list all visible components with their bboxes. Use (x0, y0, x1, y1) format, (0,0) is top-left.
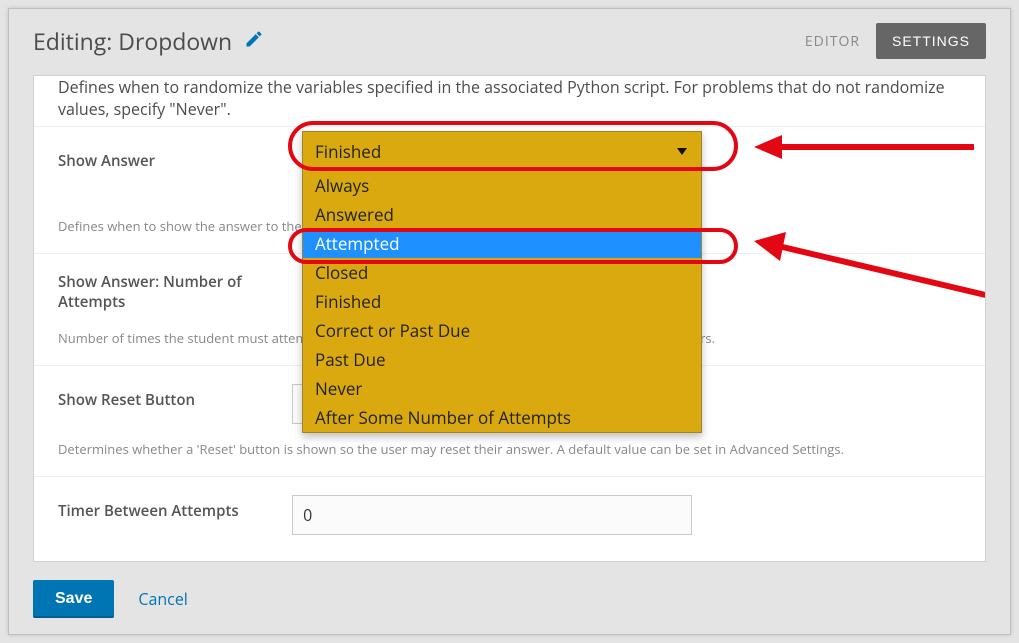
show-answer-option[interactable]: Past Due (303, 345, 701, 374)
timer-label: Timer Between Attempts (58, 495, 288, 521)
show-answer-selected[interactable]: Finished (303, 132, 701, 171)
save-button[interactable]: Save (33, 580, 114, 618)
show-answer-option[interactable]: Finished (303, 287, 701, 316)
chevron-down-icon (677, 148, 687, 155)
show-reset-label: Show Reset Button (58, 384, 288, 410)
show-answer-label: Show Answer (58, 145, 288, 171)
modal-footer: Save Cancel (33, 580, 188, 618)
show-answer-option[interactable]: Correct or Past Due (303, 316, 701, 345)
show-answer-row: Show Answer Finished AlwaysAnsweredAttem… (34, 127, 985, 254)
timer-row: Timer Between Attempts (34, 477, 985, 553)
show-answer-option[interactable]: Attempted (303, 229, 701, 258)
randomize-help: Defines when to randomize the variables … (58, 76, 961, 120)
tab-editor[interactable]: EDITOR (789, 32, 876, 51)
settings-modal: Editing: Dropdown EDITOR SETTINGS Define… (8, 8, 1011, 635)
tab-settings[interactable]: SETTINGS (876, 23, 986, 59)
edit-title-icon[interactable] (244, 29, 264, 54)
randomize-row-partial: Defines when to randomize the variables … (34, 76, 985, 127)
show-reset-help: Determines whether a 'Reset' button is s… (58, 440, 961, 458)
show-answer-option[interactable]: After Some Number of Attempts (303, 403, 701, 432)
page-title: Editing: Dropdown (33, 25, 232, 57)
timer-input[interactable] (292, 495, 692, 535)
show-answer-dropdown-open[interactable]: Finished AlwaysAnsweredAttemptedClosedFi… (302, 131, 702, 433)
show-answer-option[interactable]: Answered (303, 200, 701, 229)
show-answer-selected-text: Finished (315, 140, 381, 163)
modal-header: Editing: Dropdown EDITOR SETTINGS (9, 9, 1010, 73)
annotation-arrow-top (744, 127, 984, 167)
cancel-button[interactable]: Cancel (138, 588, 187, 610)
settings-scroll[interactable]: Defines when to randomize the variables … (34, 76, 985, 561)
show-answer-option[interactable]: Closed (303, 258, 701, 287)
settings-panel: Defines when to randomize the variables … (33, 75, 986, 562)
show-answer-attempts-label: Show Answer: Number of Attempts (58, 272, 288, 313)
show-answer-option[interactable]: Never (303, 374, 701, 403)
show-answer-option[interactable]: Always (303, 171, 701, 200)
